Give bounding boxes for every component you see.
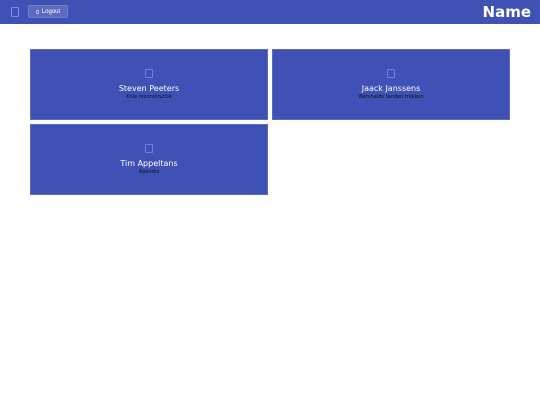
logout-icon	[35, 9, 39, 14]
patient-card[interactable]: Steven Peeters Knie reconstructie	[30, 49, 268, 120]
patient-icon	[145, 144, 153, 153]
patient-procedure: Knie reconstructie	[126, 94, 172, 100]
app-brand-title: Name	[482, 3, 531, 21]
patient-icon	[145, 69, 153, 78]
patient-procedure: Apendix	[138, 169, 160, 175]
patient-name: Tim Appeltans	[120, 159, 178, 168]
top-app-bar: Logout Name	[0, 0, 540, 24]
patient-card[interactable]: Tim Appeltans Apendix	[30, 124, 268, 195]
logout-label: Logout	[41, 8, 61, 15]
logout-button[interactable]: Logout	[28, 5, 68, 18]
patient-icon	[387, 69, 395, 78]
patient-name: Jaack Janssens	[361, 84, 421, 93]
patient-card[interactable]: Jaack Janssens Wetsheids tanden trekken	[272, 49, 510, 120]
menu-icon[interactable]	[11, 7, 19, 17]
patient-procedure: Wetsheids tanden trekken	[358, 94, 424, 100]
patient-name: Steven Peeters	[118, 84, 180, 93]
